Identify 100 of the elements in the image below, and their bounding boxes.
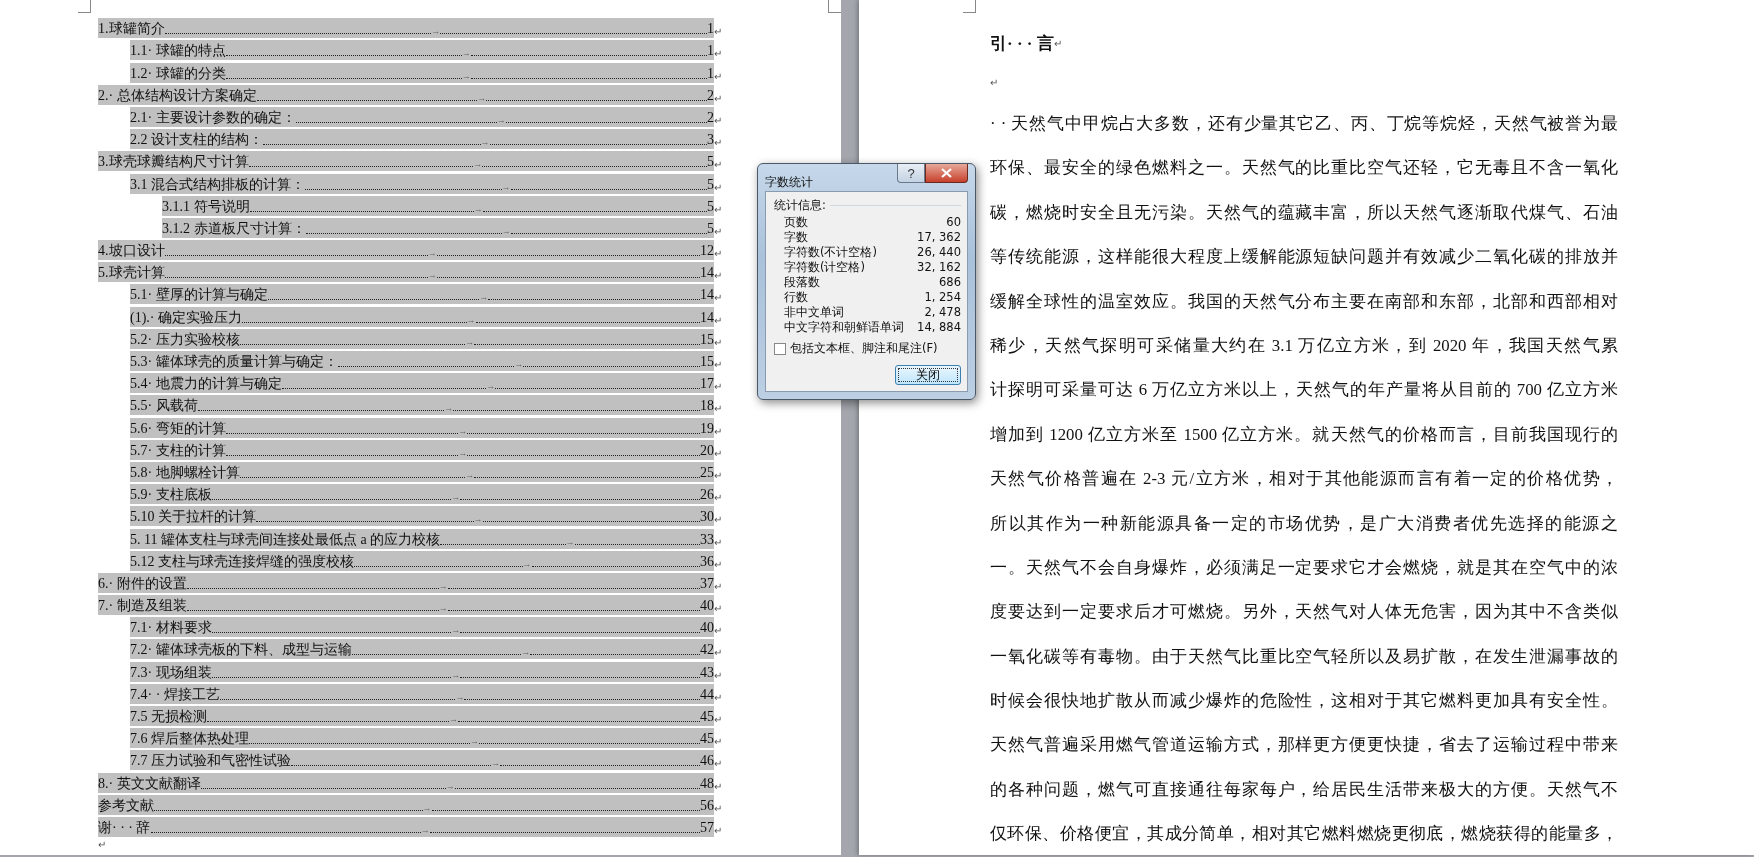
page-number: 45 (700, 708, 714, 725)
page-number: 40 (700, 619, 714, 637)
toc-title: 5.1· 壁厚的计算与确定 (130, 286, 268, 304)
body-text-line: 所以其作为一种新能源具备一定的市场优势，是广大消费者优先选择的能源之 (990, 512, 1618, 535)
page-number: 33 (700, 530, 714, 548)
body-text-line: · · 天然气中甲烷占大多数，还有少量其它乙、丙、丁烷等烷烃，天然气被誉为最 (990, 113, 1618, 135)
toc-entry[interactable]: 5.8· 地脚螺栓计算 → 25 (130, 461, 714, 482)
tab-mark: → (501, 181, 511, 192)
toc-title: 7.· 制造及组装 (98, 597, 187, 615)
toc-entry[interactable]: 5.4· 地震力的计算与确定 → 17 (130, 373, 714, 394)
toc-entry[interactable]: 谢· · · 辞 → 57 (98, 816, 714, 837)
page-number: 42 (700, 641, 714, 659)
toc-title: 7.4· · 焊接工艺 (130, 685, 220, 703)
tab-mark: → (521, 647, 531, 658)
checkbox[interactable] (774, 342, 786, 355)
toc-entry[interactable]: 5.12 支柱与球壳连接焊缝的强度校核 → 36 (130, 550, 714, 571)
toc-entry[interactable]: 5.球壳计算 → 14 (98, 262, 714, 283)
toc-entry[interactable]: 3.1 混合式结构排板的计算： → 5 (130, 173, 714, 194)
toc-entry[interactable]: 5.2· 压力实验校核 → 15 (130, 328, 714, 349)
toc-entry[interactable]: 5. 11 罐体支柱与球壳间连接处最低点 a 的应力校核 → 33 (130, 528, 714, 549)
toc-entry[interactable]: 7.2· 罐体球壳板的下料、成型与运输 → 42 (130, 639, 714, 660)
help-button[interactable]: ? (897, 164, 925, 183)
toc-entry[interactable]: 3.球壳球瓣结构尺寸计算 → 5 (98, 151, 714, 172)
tab-mark: → (501, 225, 511, 236)
paragraph-mark: ↵ (714, 270, 723, 283)
close-dialog-button[interactable]: 关闭 (895, 365, 961, 385)
toc-entry[interactable]: 5.7· 支柱的计算 → 20 (130, 439, 714, 460)
toc-title: 3.1 混合式结构排板的计算： (130, 175, 305, 193)
paragraph-mark: ↵ (714, 314, 723, 327)
toc-entry[interactable]: 参考文献 → 56 (98, 794, 714, 815)
page-number: 17 (700, 375, 714, 393)
toc-entry[interactable]: 5.6· 弯矩的计算 → 19 (130, 417, 714, 438)
toc-entry[interactable]: (1).· 确定实验压力 → 14 (130, 306, 714, 327)
toc-entry[interactable]: 3.1.2 赤道板尺寸计算： → 5 (162, 217, 714, 238)
stat-label: 字符数(不计空格) (784, 245, 877, 260)
body-text-line: 增加到 1200 亿立方米至 1500 亿立方米。就天然气的价格而言，目前我国现行的 (990, 423, 1618, 446)
page-number: 14 (700, 286, 714, 304)
paragraph-mark: ↵ (714, 114, 723, 127)
body-text-line: 时候会很快地扩散从而减少爆炸的危险性，这相对于其它燃料更加具有安全性。 (990, 690, 1618, 713)
paragraph-mark: ↵ (98, 838, 106, 851)
toc-entry[interactable]: 7.1· 材料要求 → 40 (130, 617, 714, 638)
toc-entry[interactable]: 8.· 英文文献翻译 → 48 (98, 772, 714, 793)
toc-entry[interactable]: 2.1· 主要设计参数的确定： → 2 (130, 106, 714, 127)
body-text-line: 缓解全球性的温室效应。我国的天然气分布主要在南部和东部，北部和西部相对 (990, 290, 1618, 313)
page-number: 37 (700, 574, 714, 592)
toc-entry[interactable]: 7.3· 现场组装 → 43 (130, 661, 714, 682)
body-text-line: 等传统能源，这样能很大程度上缓解能源短缺问题并有效减少二氧化碳的排放并 (990, 246, 1618, 269)
toc-entry[interactable]: 5.10 关于拉杆的计算 → 30 (130, 506, 714, 527)
page-number: 12 (700, 242, 714, 260)
toc-entry[interactable]: 4.坡口设计 → 12 (98, 240, 714, 261)
tab-mark: → (444, 403, 454, 414)
stat-value: 1, 254 (924, 290, 961, 305)
page-number: 3 (707, 131, 714, 149)
page-number: 5 (707, 175, 714, 193)
toc-entry[interactable]: 6.· 附件的设置 → 37 (98, 572, 714, 593)
paragraph-mark: ↵ (714, 514, 723, 527)
toc-entry[interactable]: 5.3· 罐体球壳的质量计算与确定： → 15 (130, 351, 714, 371)
body-text-line: 一。天然气不会自身爆炸，必须满足一定要求它才会燃烧，就是其在空气中的浓 (990, 556, 1618, 579)
toc-entry[interactable]: 2.· 总体结构设计方案确定 → 2 (98, 84, 714, 105)
tab-mark: → (491, 758, 500, 769)
toc-title: (1).· 确定实验压力 (130, 308, 242, 326)
tab-mark: → (473, 203, 483, 214)
toc-title: 参考文献 (98, 796, 154, 814)
stat-label: 字数 (784, 230, 808, 245)
toc-title: 7.6 焊后整体热处理 (130, 730, 249, 748)
toc-entry[interactable]: 1.1· 球罐的特点 → 1 (130, 40, 714, 61)
stat-label: 中文字符和朝鲜语单词 (784, 320, 904, 335)
body-text-line: 一氧化碳等有毒物。由于天然气比重比空气轻所以及易扩散，在发生泄漏事故的 (990, 645, 1618, 668)
tab-mark: → (451, 492, 461, 503)
toc-entry[interactable]: 5.9· 支柱底板 → 26 (130, 484, 714, 505)
toc-entry[interactable]: 2.2 设计支柱的结构： → 3 (130, 129, 714, 150)
body-text-line: 度要达到一定要求后才可燃烧。另外，天然气对人体无危害，因为其中不含类似 (990, 601, 1618, 624)
paragraph-mark: ↵ (714, 336, 723, 349)
toc-title: 7.2· 罐体球壳板的下料、成型与运输 (130, 641, 352, 659)
tab-mark: → (461, 70, 471, 81)
stat-label: 非中文单词 (784, 305, 844, 320)
body-text-line: 的各种问题，燃气可直接通往每家每户，给居民生活带来极大的方便。天然气不 (990, 778, 1618, 801)
page-number: 36 (700, 552, 714, 570)
toc-entry[interactable]: 7.4· · 焊接工艺 → 44 (130, 683, 714, 704)
toc-entry[interactable]: 3.1.1 符号说明 → 5 (162, 195, 714, 216)
page-number: 57 (700, 818, 714, 836)
paragraph-mark: ↵ (714, 625, 723, 638)
paragraph-mark: ↵ (990, 77, 998, 88)
toc-title: 4.坡口设计 (98, 242, 165, 260)
toc-entry[interactable]: 5.1· 壁厚的计算与确定 → 14 (130, 284, 714, 305)
toc-entry[interactable]: 7.6 焊后整体热处理 → 45 (130, 728, 714, 749)
toc-entry[interactable]: 1.球罐简介 → 1 (98, 18, 714, 39)
toc-entry[interactable]: 5.5· 风载荷 → 18 (130, 395, 714, 416)
toc-entry[interactable]: 7.7 压力试验和气密性试验 → 46 (130, 750, 714, 771)
page-number: 44 (700, 685, 714, 703)
stat-label: 行数 (784, 290, 808, 305)
toc-title: 2.· 总体结构设计方案确定 (98, 86, 257, 104)
toc-title: 5.球壳计算 (98, 264, 165, 282)
paragraph-mark: ↵ (714, 691, 723, 704)
toc-entry[interactable]: 7.· 制造及组装 → 40 (98, 595, 714, 616)
toc-title: 5.7· 支柱的计算 (130, 441, 226, 459)
toc-entry[interactable]: 1.2· 球罐的分类 → 1 (130, 62, 714, 83)
close-button[interactable] (925, 164, 968, 183)
toc-entry[interactable]: 7.5 无损检测 → 45 (130, 706, 714, 726)
paragraph-mark: ↵ (714, 647, 723, 660)
